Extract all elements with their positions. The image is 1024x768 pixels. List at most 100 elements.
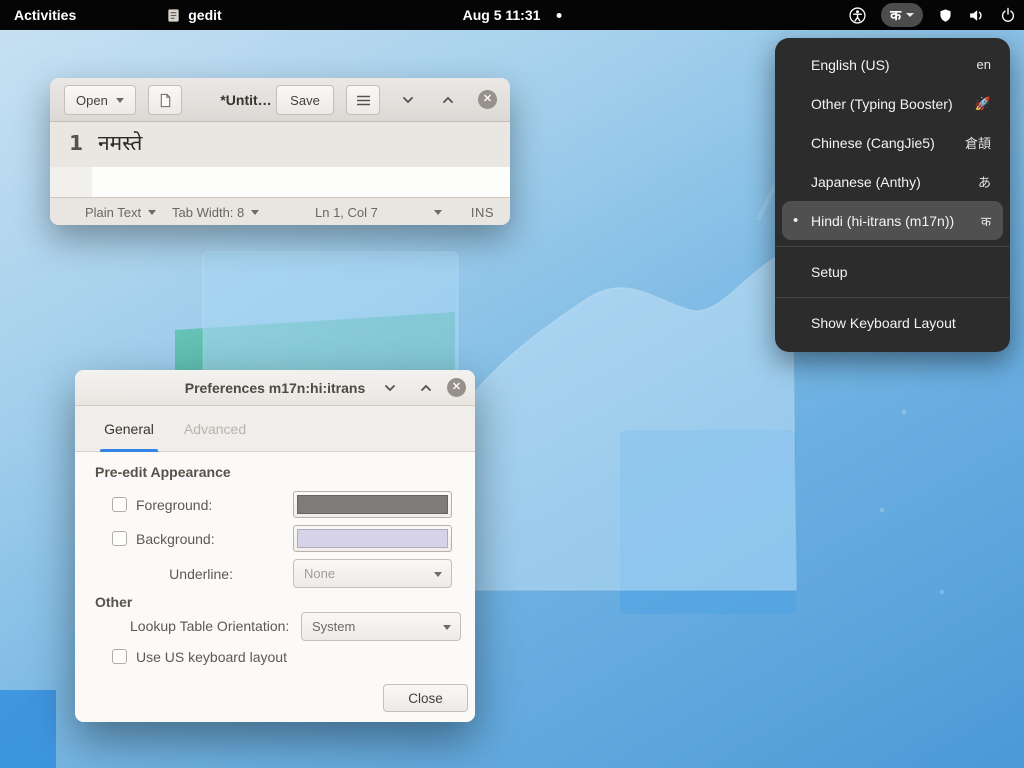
gedit-header-bar: Open *Untit… Save — [50, 78, 510, 122]
overwrite-mode-label: INS — [471, 198, 494, 225]
gedit-status-bar: Plain Text Tab Width: 8 Ln 1, Col 7 INS — [50, 197, 510, 225]
top-bar-left: Activities gedit — [0, 0, 234, 30]
clock-label: Aug 5 11:31 — [463, 7, 541, 23]
system-status-area: क — [849, 0, 1016, 30]
tab-width-selector[interactable]: Tab Width: 8 — [172, 198, 259, 225]
background-color-swatch — [297, 529, 448, 548]
preferences-content: Pre-edit Appearance Foreground: Backgrou… — [75, 452, 475, 722]
cursor-position-selector[interactable]: Ln 1, Col 7 — [315, 198, 378, 225]
dialog-close-button[interactable]: Close — [383, 684, 468, 712]
tab-label: General — [104, 421, 154, 437]
menu-item-label: Japanese (Anthy) — [811, 174, 970, 190]
active-bullet-icon: • — [793, 212, 798, 229]
menu-item-label: Chinese (CangJie5) — [811, 135, 957, 151]
gedit-window: Open *Untit… Save — [50, 78, 510, 225]
foreground-checkbox[interactable] — [112, 497, 127, 512]
dialog-title-bar: Preferences m17n:hi:itrans ✕ — [75, 370, 475, 406]
chevron-down-icon — [401, 93, 415, 107]
menu-item-english-us[interactable]: English (US) en — [782, 45, 1003, 84]
top-bar: Activities gedit Aug 5 11:31 — [0, 0, 1024, 30]
text-editor-area[interactable]: 1 नमस्ते — [50, 122, 510, 197]
language-selector[interactable]: Plain Text — [85, 198, 156, 225]
cursor-position-label: Ln 1, Col 7 — [315, 205, 378, 220]
volume-button[interactable] — [968, 7, 985, 24]
menu-item-show-keyboard-layout[interactable]: Show Keyboard Layout — [782, 304, 1003, 342]
underline-value: None — [304, 566, 335, 581]
chevron-down-icon — [148, 210, 156, 215]
save-button[interactable]: Save — [276, 85, 334, 115]
menu-item-label: Show Keyboard Layout — [811, 315, 991, 331]
tab-width-label: Tab Width: 8 — [172, 205, 244, 220]
line-number: 1 — [50, 131, 83, 155]
menu-separator — [775, 246, 1010, 247]
lookup-orientation-dropdown[interactable]: System — [301, 612, 461, 641]
menu-item-label: Hindi (hi-itrans (m17n)) — [811, 213, 973, 229]
menu-item-hindi-itrans[interactable]: • Hindi (hi-itrans (m17n)) क — [782, 201, 1003, 240]
power-icon — [1000, 7, 1016, 23]
open-button[interactable]: Open — [64, 85, 136, 115]
chevron-up-icon — [441, 93, 455, 107]
shield-icon — [938, 8, 953, 23]
language-label: Plain Text — [85, 205, 141, 220]
underline-dropdown[interactable]: None — [293, 559, 452, 588]
lookup-orientation-value: System — [312, 619, 355, 634]
menu-item-label: Setup — [811, 264, 991, 280]
menu-item-label: English (US) — [811, 57, 969, 73]
menu-item-indicator: 🚀 — [975, 96, 991, 112]
menu-item-indicator: क — [981, 212, 991, 230]
hamburger-icon — [356, 94, 371, 107]
menu-item-label: Other (Typing Booster) — [811, 96, 967, 112]
menu-item-chinese-cangjie5[interactable]: Chinese (CangJie5) 倉頡 — [782, 123, 1003, 162]
ibus-preferences-dialog: Preferences m17n:hi:itrans ✕ General Adv… — [75, 370, 475, 722]
lookup-orientation-label: Lookup Table Orientation: — [130, 618, 289, 634]
preedit-appearance-heading: Pre-edit Appearance — [95, 464, 231, 480]
menu-item-japanese-anthy[interactable]: Japanese (Anthy) あ — [782, 162, 1003, 201]
accessibility-icon — [849, 7, 866, 24]
chevron-up-button[interactable] — [411, 377, 441, 399]
foreground-color-button[interactable] — [293, 491, 452, 518]
tab-general[interactable]: General — [100, 406, 158, 452]
chevron-down-button[interactable] — [375, 377, 405, 399]
background-checkbox[interactable] — [112, 531, 127, 546]
speaker-icon — [968, 7, 985, 24]
activities-button[interactable]: Activities — [0, 0, 90, 30]
close-button[interactable]: ✕ — [447, 378, 466, 397]
input-source-indicator-button[interactable]: क — [881, 3, 923, 27]
chevron-up-button[interactable] — [432, 89, 464, 111]
chevron-down-icon — [434, 210, 442, 215]
menu-separator — [775, 297, 1010, 298]
chevron-down-icon — [251, 210, 259, 215]
chevron-down-button[interactable] — [392, 89, 424, 111]
tab-advanced[interactable]: Advanced — [180, 406, 250, 452]
background-label: Background: — [136, 531, 215, 547]
foreground-color-swatch — [297, 495, 448, 514]
chevron-down-icon — [116, 98, 124, 103]
preferences-tab-bar: General Advanced — [75, 406, 475, 452]
accessibility-menu-button[interactable] — [849, 7, 866, 24]
clock-button[interactable]: Aug 5 11:31 — [463, 0, 562, 30]
privacy-indicator-button[interactable] — [938, 8, 953, 23]
close-button[interactable]: ✕ — [478, 90, 497, 109]
app-menu-button[interactable]: gedit — [154, 0, 233, 30]
new-document-button[interactable] — [148, 85, 182, 115]
us-keyboard-label: Use US keyboard layout — [136, 649, 287, 665]
open-button-label: Open — [76, 93, 108, 108]
background-color-button[interactable] — [293, 525, 452, 552]
menu-item-indicator: 倉頡 — [965, 133, 991, 152]
chevron-down-icon — [906, 13, 914, 17]
menu-item-typing-booster[interactable]: Other (Typing Booster) 🚀 — [782, 84, 1003, 123]
power-button[interactable] — [1000, 7, 1016, 23]
app-menu-label: gedit — [188, 7, 221, 23]
menu-item-setup[interactable]: Setup — [782, 253, 1003, 291]
chevron-down-icon — [443, 625, 451, 630]
new-document-icon — [158, 93, 173, 108]
input-source-menu: English (US) en Other (Typing Booster) 🚀… — [775, 38, 1010, 352]
line-number-gutter — [50, 167, 92, 197]
chevron-down-icon — [434, 572, 442, 577]
menu-button[interactable] — [346, 85, 380, 115]
goto-line-button[interactable] — [434, 198, 442, 225]
other-heading: Other — [95, 594, 132, 610]
us-keyboard-checkbox[interactable] — [112, 649, 127, 664]
menu-item-indicator: en — [977, 57, 991, 72]
tab-label: Advanced — [184, 421, 246, 437]
